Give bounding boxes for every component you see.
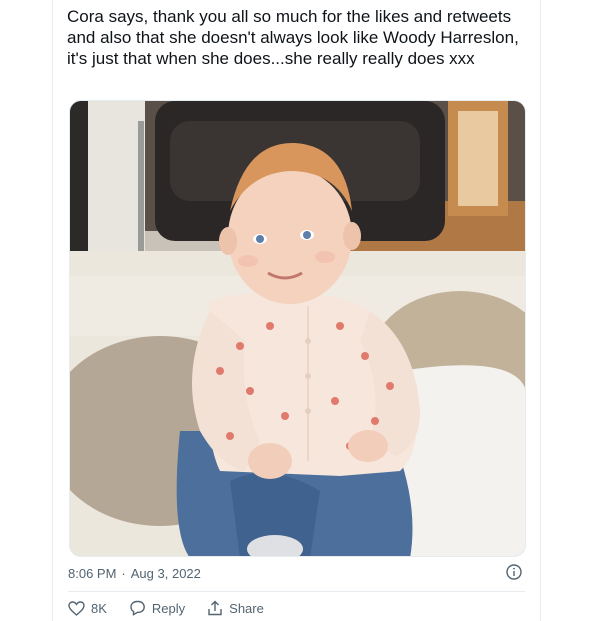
info-icon[interactable] bbox=[506, 564, 522, 580]
baby-photo-illustration bbox=[70, 101, 525, 556]
divider bbox=[68, 591, 525, 592]
reply-bubble-icon bbox=[130, 600, 145, 616]
tweet-timestamp[interactable]: 8:06 PM · Aug 3, 2022 bbox=[68, 566, 201, 581]
like-count: 8K bbox=[91, 600, 107, 616]
tweet-date: Aug 3, 2022 bbox=[130, 566, 201, 581]
tweet-text: Cora says, thank you all so much for the… bbox=[67, 7, 519, 68]
tweet-time: 8:06 PM bbox=[68, 566, 117, 581]
reply-button[interactable]: Reply bbox=[129, 600, 185, 616]
tweet-photo[interactable] bbox=[69, 100, 526, 557]
heart-icon bbox=[68, 600, 85, 616]
share-icon bbox=[208, 600, 222, 616]
tweet-actions: 8K Reply Share bbox=[68, 600, 264, 616]
reply-label: Reply bbox=[151, 600, 186, 616]
share-button[interactable]: Share bbox=[207, 600, 264, 616]
share-label: Share bbox=[229, 600, 264, 616]
timestamp-separator: · bbox=[121, 566, 126, 581]
like-button[interactable]: 8K bbox=[68, 601, 107, 616]
tweet-card: Cora says, thank you all so much for the… bbox=[52, 0, 541, 621]
